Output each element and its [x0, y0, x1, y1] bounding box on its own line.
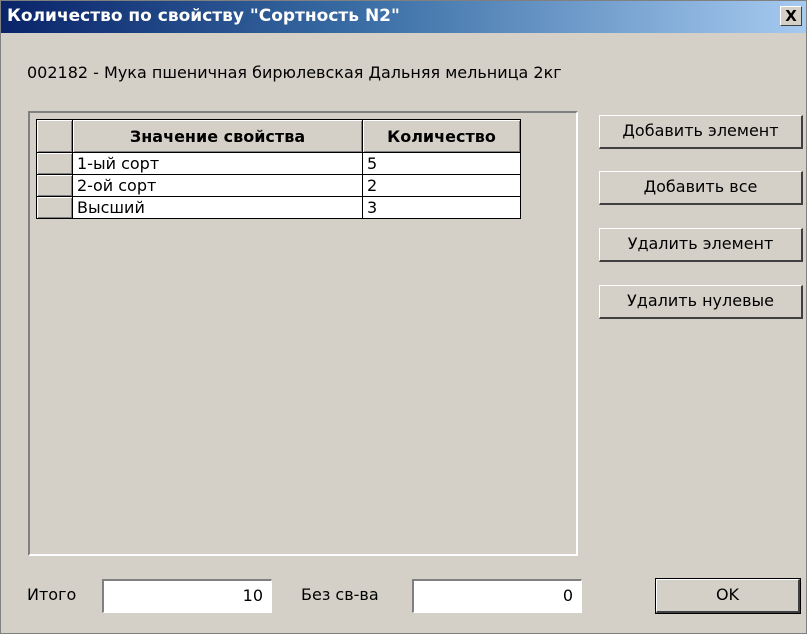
row-selector[interactable] — [36, 196, 73, 219]
item-description: 002182 - Мука пшеничная бирюлевская Даль… — [27, 63, 562, 82]
cell-value[interactable]: Высший — [72, 196, 363, 219]
no-property-field[interactable]: 0 — [412, 579, 582, 613]
table-header-row: Значение свойства Количество — [36, 119, 521, 153]
window-title: Количество по свойству "Сортность N2" — [7, 6, 400, 26]
total-field[interactable]: 10 — [102, 579, 272, 613]
corner-header-cell — [36, 119, 73, 153]
no-property-label: Без св-ва — [301, 585, 379, 604]
cell-quantity[interactable]: 3 — [362, 196, 521, 219]
property-table: Значение свойства Количество 1-ый сорт 5… — [36, 119, 521, 219]
row-selector[interactable] — [36, 152, 73, 175]
row-selector[interactable] — [36, 174, 73, 197]
add-all-button[interactable]: Добавить все — [599, 171, 803, 205]
table-row[interactable]: 1-ый сорт 5 — [36, 152, 521, 175]
ok-button[interactable]: OK — [655, 578, 801, 614]
cell-value[interactable]: 2-ой сорт — [72, 174, 363, 197]
delete-zero-button[interactable]: Удалить нулевые — [599, 285, 803, 319]
table-row[interactable]: Высший 3 — [36, 196, 521, 219]
close-button[interactable]: X — [780, 6, 802, 26]
cell-quantity[interactable]: 2 — [362, 174, 521, 197]
cell-value[interactable]: 1-ый сорт — [72, 152, 363, 175]
dialog-window: Количество по свойству "Сортность N2" X … — [0, 0, 807, 634]
property-grid[interactable]: Значение свойства Количество 1-ый сорт 5… — [28, 111, 578, 556]
cell-quantity[interactable]: 5 — [362, 152, 521, 175]
delete-element-button[interactable]: Удалить элемент — [599, 228, 803, 262]
total-label: Итого — [27, 585, 77, 604]
column-header-value[interactable]: Значение свойства — [72, 119, 363, 153]
add-element-button[interactable]: Добавить элемент — [599, 115, 803, 149]
table-row[interactable]: 2-ой сорт 2 — [36, 174, 521, 197]
column-header-quantity[interactable]: Количество — [362, 119, 521, 153]
title-bar[interactable]: Количество по свойству "Сортность N2" X — [1, 1, 806, 33]
